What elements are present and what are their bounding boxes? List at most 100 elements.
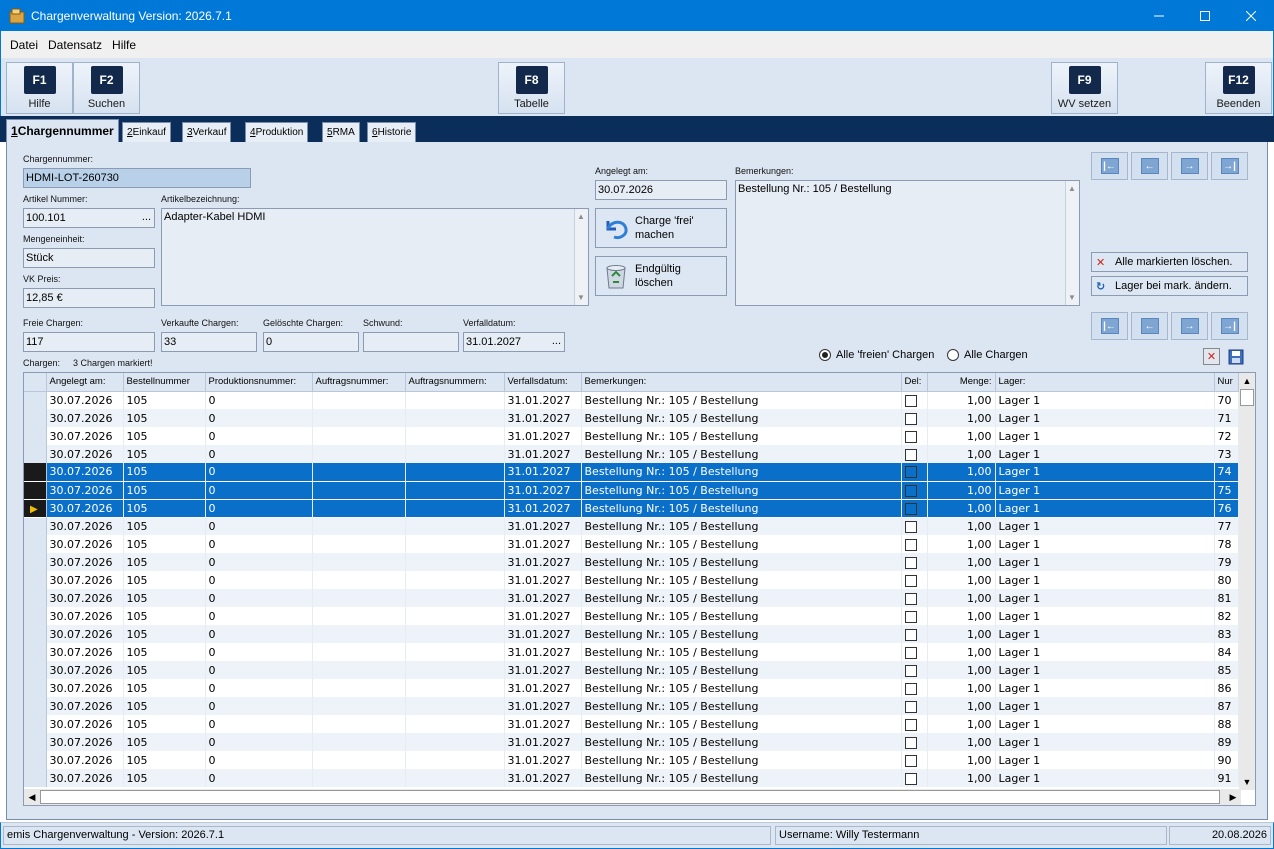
cell-del[interactable] bbox=[901, 607, 928, 625]
cell-nummer[interactable]: 83 bbox=[1214, 625, 1239, 643]
cell-prod[interactable]: 0 bbox=[205, 679, 313, 697]
tab-verkauf[interactable]: 3 Verkauf bbox=[182, 122, 232, 142]
cell-nummer[interactable]: 88 bbox=[1214, 715, 1239, 733]
col-bestellnummer[interactable]: Bestellnummer bbox=[123, 373, 206, 392]
cell-lager[interactable]: Lager 1 bbox=[995, 463, 1215, 482]
cell-lager[interactable]: Lager 1 bbox=[995, 697, 1215, 715]
prev-record-button[interactable]: ← bbox=[1131, 152, 1168, 180]
grid-delete-button[interactable]: ✕ bbox=[1203, 348, 1220, 365]
row-header[interactable] bbox=[24, 463, 47, 482]
cell-del[interactable] bbox=[901, 661, 928, 679]
row-header[interactable] bbox=[24, 517, 47, 535]
table-row[interactable]: 30.07.2026 105 0 31.01.2027 Bestellung Nr.: … bbox=[24, 427, 1239, 445]
cell-menge[interactable]: 1,00 bbox=[927, 499, 996, 518]
cell-bestell[interactable]: 105 bbox=[123, 445, 206, 463]
minimize-button[interactable] bbox=[1136, 0, 1182, 31]
cell-menge[interactable]: 1,00 bbox=[927, 481, 996, 500]
cell-auftraege[interactable] bbox=[405, 517, 505, 535]
table-row[interactable]: 30.07.2026 105 0 31.01.2027 Bestellung Nr.: … bbox=[24, 517, 1239, 535]
col-auftragsnummer[interactable]: Auftragsnummer: bbox=[312, 373, 406, 392]
cell-nummer[interactable]: 79 bbox=[1214, 553, 1239, 571]
del-checkbox[interactable] bbox=[904, 646, 917, 659]
cell-nummer[interactable]: 70 bbox=[1214, 391, 1239, 409]
cell-verfall[interactable]: 31.01.2027 bbox=[504, 643, 582, 661]
cell-auftraege[interactable] bbox=[405, 463, 505, 482]
cell-menge[interactable]: 1,00 bbox=[927, 697, 996, 715]
cell-bem[interactable]: Bestellung Nr.: 105 / Bestellung bbox=[581, 679, 902, 697]
cell-menge[interactable]: 1,00 bbox=[927, 427, 996, 445]
del-checkbox[interactable] bbox=[904, 772, 917, 785]
cell-auftraege[interactable] bbox=[405, 625, 505, 643]
cell-del[interactable] bbox=[901, 481, 928, 500]
cell-bem[interactable]: Bestellung Nr.: 105 / Bestellung bbox=[581, 589, 902, 607]
cell-nummer[interactable]: 71 bbox=[1214, 409, 1239, 427]
table-row[interactable]: 30.07.2026 105 0 31.01.2027 Bestellung Nr.: … bbox=[24, 661, 1239, 679]
table-row[interactable]: 30.07.2026 105 0 31.01.2027 Bestellung Nr.: … bbox=[24, 571, 1239, 589]
col-produktionsnummer[interactable]: Produktionsnummer: bbox=[205, 373, 313, 392]
alle-markierten-loeschen-button[interactable]: ✕ Alle markierten löschen. bbox=[1091, 252, 1248, 272]
cell-del[interactable] bbox=[901, 445, 928, 463]
cell-angelegt[interactable]: 30.07.2026 bbox=[46, 625, 124, 643]
table-row[interactable]: 30.07.2026 105 0 31.01.2027 Bestellung Nr.: … bbox=[24, 589, 1239, 607]
cell-del[interactable] bbox=[901, 625, 928, 643]
cell-nummer[interactable]: 74 bbox=[1214, 463, 1239, 482]
cell-angelegt[interactable]: 30.07.2026 bbox=[46, 409, 124, 427]
cell-lager[interactable]: Lager 1 bbox=[995, 769, 1215, 787]
cell-auftraege[interactable] bbox=[405, 697, 505, 715]
cell-menge[interactable]: 1,00 bbox=[927, 643, 996, 661]
grid-hscroll-thumb[interactable] bbox=[40, 790, 1220, 804]
cell-angelegt[interactable]: 30.07.2026 bbox=[46, 535, 124, 553]
cell-bem[interactable]: Bestellung Nr.: 105 / Bestellung bbox=[581, 391, 902, 409]
cell-angelegt[interactable]: 30.07.2026 bbox=[46, 661, 124, 679]
cell-verfall[interactable]: 31.01.2027 bbox=[504, 715, 582, 733]
tab-historie[interactable]: 6 Historie bbox=[367, 122, 417, 142]
table-row[interactable]: ▶ 30.07.2026 105 0 31.01.2027 Bestellung Nr.:… bbox=[24, 499, 1239, 518]
cell-nummer[interactable]: 75 bbox=[1214, 481, 1239, 500]
cell-auftraege[interactable] bbox=[405, 769, 505, 787]
help-button[interactable]: F1 Hilfe bbox=[6, 62, 73, 114]
cell-auftraege[interactable] bbox=[405, 607, 505, 625]
cell-bem[interactable]: Bestellung Nr.: 105 / Bestellung bbox=[581, 661, 902, 679]
cell-angelegt[interactable]: 30.07.2026 bbox=[46, 553, 124, 571]
col-verfallsdatum[interactable]: Verfallsdatum: bbox=[504, 373, 582, 392]
cell-verfall[interactable]: 31.01.2027 bbox=[504, 391, 582, 409]
row-header[interactable] bbox=[24, 751, 47, 769]
cell-prod[interactable]: 0 bbox=[205, 571, 313, 589]
tab-rma[interactable]: 5 RMA bbox=[322, 122, 360, 142]
cell-auftrag[interactable] bbox=[312, 751, 406, 769]
row-header[interactable] bbox=[24, 697, 47, 715]
close-button[interactable] bbox=[1228, 0, 1274, 31]
cell-menge[interactable]: 1,00 bbox=[927, 535, 996, 553]
cell-menge[interactable]: 1,00 bbox=[927, 409, 996, 427]
cell-bestell[interactable]: 105 bbox=[123, 661, 206, 679]
cell-auftrag[interactable] bbox=[312, 517, 406, 535]
row-header[interactable]: ▶ bbox=[24, 499, 47, 518]
cell-auftraege[interactable] bbox=[405, 571, 505, 589]
cell-lager[interactable]: Lager 1 bbox=[995, 535, 1215, 553]
cell-bestell[interactable]: 105 bbox=[123, 481, 206, 500]
cell-verfall[interactable]: 31.01.2027 bbox=[504, 427, 582, 445]
cell-angelegt[interactable]: 30.07.2026 bbox=[46, 715, 124, 733]
row-header[interactable] bbox=[24, 661, 47, 679]
cell-verfall[interactable]: 31.01.2027 bbox=[504, 571, 582, 589]
row-header[interactable] bbox=[24, 589, 47, 607]
cell-prod[interactable]: 0 bbox=[205, 607, 313, 625]
scroll-left-icon[interactable]: ◀ bbox=[24, 789, 40, 805]
cell-auftraege[interactable] bbox=[405, 499, 505, 518]
cell-auftraege[interactable] bbox=[405, 535, 505, 553]
cell-del[interactable] bbox=[901, 571, 928, 589]
col-menge[interactable]: Menge: bbox=[927, 373, 996, 392]
cell-verfall[interactable]: 31.01.2027 bbox=[504, 769, 582, 787]
cell-angelegt[interactable]: 30.07.2026 bbox=[46, 391, 124, 409]
table-row[interactable]: 30.07.2026 105 0 31.01.2027 Bestellung Nr.: … bbox=[24, 391, 1239, 409]
cell-auftrag[interactable] bbox=[312, 499, 406, 518]
cell-auftraege[interactable] bbox=[405, 751, 505, 769]
del-checkbox[interactable] bbox=[904, 682, 917, 695]
cell-nummer[interactable]: 90 bbox=[1214, 751, 1239, 769]
table-row[interactable]: 30.07.2026 105 0 31.01.2027 Bestellung Nr.: … bbox=[24, 715, 1239, 733]
row-header[interactable] bbox=[24, 571, 47, 589]
cell-prod[interactable]: 0 bbox=[205, 769, 313, 787]
cell-nummer[interactable]: 82 bbox=[1214, 607, 1239, 625]
cell-auftraege[interactable] bbox=[405, 481, 505, 500]
cell-prod[interactable]: 0 bbox=[205, 445, 313, 463]
